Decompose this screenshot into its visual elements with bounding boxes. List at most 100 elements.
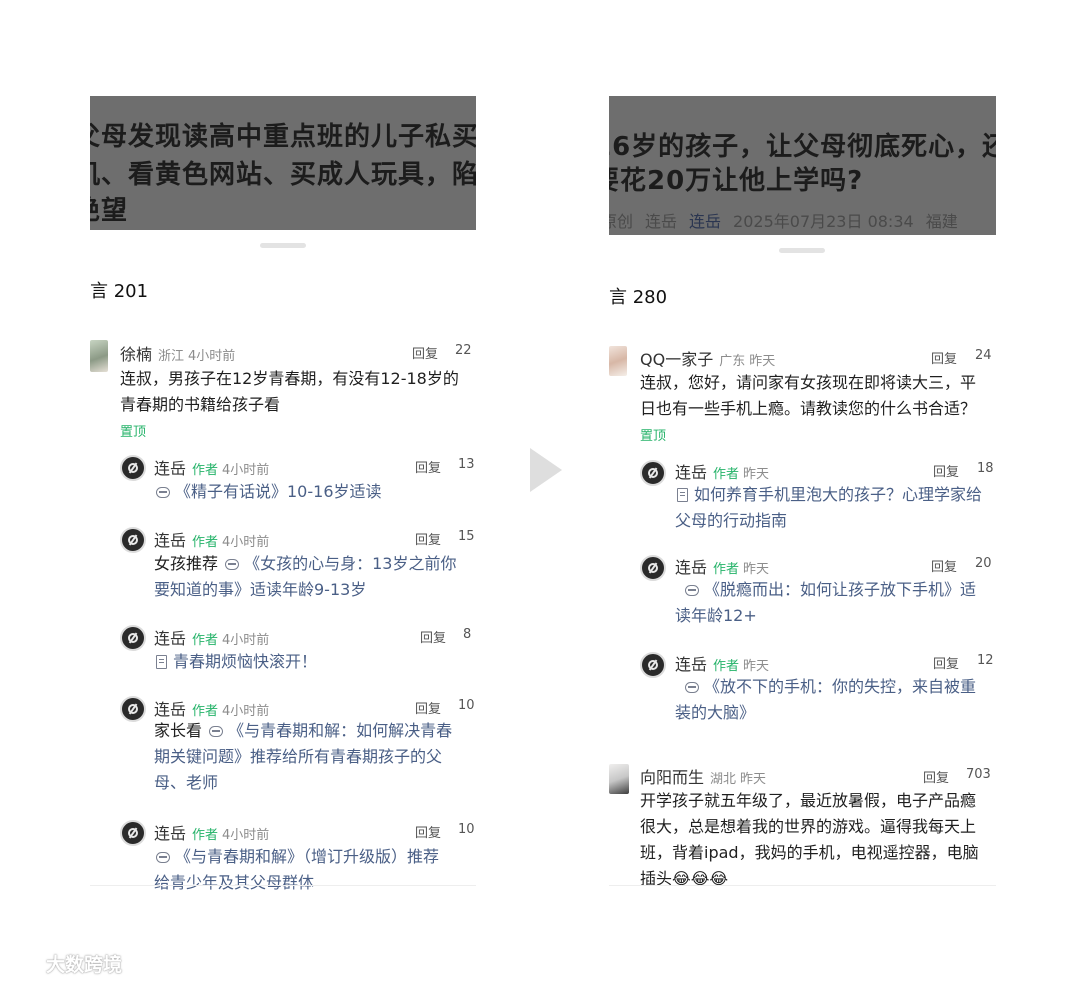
book-icon	[685, 585, 699, 596]
reply-button[interactable]: 回复	[415, 457, 441, 476]
like-count[interactable]: 12	[977, 653, 994, 668]
book-link[interactable]: 要知道的事》适读年龄9-13岁	[154, 580, 366, 599]
like-count[interactable]: 15	[458, 529, 475, 544]
document-icon	[156, 655, 167, 669]
divider	[90, 885, 476, 886]
reply-text: 《放不下的手机：你的失控，来自被重 装的大脑》	[675, 674, 996, 726]
reply-button[interactable]: 回复	[923, 767, 949, 786]
author-avatar[interactable]	[640, 652, 666, 678]
meta-account[interactable]: 连岳	[689, 212, 721, 231]
reply-button[interactable]: 回复	[933, 653, 959, 672]
book-link[interactable]: 读年龄12+	[675, 606, 757, 625]
like-count[interactable]: 13	[458, 457, 475, 472]
author-location: 广东	[719, 354, 746, 369]
book-icon	[685, 682, 699, 693]
comment-author[interactable]: 徐楠 浙江 4小时前	[120, 341, 235, 365]
book-link[interactable]: 《与青春期和解》（增订升级版）推荐	[175, 847, 439, 866]
comment-text-line: 日也有一些手机上瘾。请教读您的什么书合适？	[640, 399, 977, 418]
book-link[interactable]: 《放不下的手机：你的失控，来自被重	[704, 677, 976, 696]
like-count[interactable]: 703	[966, 767, 991, 782]
article-title-overlay: 16岁的孩子，让父母彻底死心，还 要花20万让他上学吗? 原创 连岳 连岳 2025年…	[609, 96, 996, 235]
reply-author[interactable]: 连岳 作者 4小时前	[154, 625, 269, 649]
book-icon	[156, 487, 170, 498]
reply-author[interactable]: 连岳 作者 4小时前	[154, 455, 269, 479]
book-link[interactable]: 期关键问题》推荐给所有青春期孩子的父	[154, 747, 442, 766]
reply-text: 《脱瘾而出：如何让孩子放下手机》适 读年龄12+	[675, 577, 996, 629]
avatar[interactable]	[609, 346, 627, 376]
meta-date: 2025年07月23日 08:34	[733, 212, 914, 231]
comment-count: 言 280	[609, 287, 668, 308]
article-title-line-1: 16岁的孩子，让父母彻底死心，还	[609, 132, 996, 162]
like-count[interactable]: 18	[977, 461, 994, 476]
watermark: 大数跨境	[10, 950, 122, 977]
reply-button[interactable]: 回复	[933, 461, 959, 480]
like-count[interactable]: 10	[458, 822, 475, 837]
book-link[interactable]: 《女孩的心与身：13岁之前你	[244, 554, 456, 573]
comment-count: 言 201	[90, 281, 149, 302]
reply-button[interactable]: 回复	[931, 348, 957, 367]
reply-item: 连岳 作者 4小时前 回复 8 青春期烦恼快滚开！	[90, 621, 476, 681]
book-link[interactable]: 《脱瘾而出：如何让孩子放下手机》适	[704, 580, 976, 599]
author-name: QQ一家子	[640, 350, 714, 369]
comment-text-line: 插头😂😂😂	[640, 869, 729, 888]
author-avatar[interactable]	[640, 460, 666, 486]
reply-time: 4小时前	[222, 463, 270, 478]
like-count[interactable]: 24	[975, 348, 992, 363]
reply-text: 《与青春期和解》（增订升级版）推荐 给青少年及其父母群体	[154, 844, 476, 890]
author-avatar[interactable]	[120, 820, 146, 846]
sheet-drag-handle[interactable]	[260, 243, 306, 248]
reply-author[interactable]: 连岳 作者 昨天	[675, 554, 769, 578]
author-name: 连岳	[154, 531, 187, 550]
reply-button[interactable]: 回复	[415, 698, 441, 717]
author-tag: 作者	[192, 633, 219, 648]
comment-text-line: 班，背着ipad，我妈的手机，电视遥控器，电脑	[640, 843, 979, 862]
meta-original: 原创	[609, 212, 634, 231]
comment-time: 昨天	[740, 772, 767, 787]
reply-item: 连岳 作者 昨天 回复 18 如何养育手机里泡大的孩子？心理学家给 父母的行动指南	[609, 456, 996, 536]
avatar[interactable]	[90, 340, 108, 372]
reply-button[interactable]: 回复	[931, 556, 957, 575]
reply-button[interactable]: 回复	[412, 343, 438, 362]
author-name: 连岳	[675, 655, 708, 674]
reply-button[interactable]: 回复	[420, 627, 446, 646]
comment-author[interactable]: 向阳而生 湖北 昨天	[640, 764, 766, 788]
author-avatar[interactable]	[120, 527, 146, 553]
book-link[interactable]: 《与青春期和解：如何解决青春	[228, 721, 452, 740]
author-avatar[interactable]	[640, 555, 666, 581]
play-arrow-icon	[530, 448, 562, 492]
comment-text: 开学孩子就五年级了，最近放暑假，电子产品瘾 很大，总是想着我的世界的游戏。逼得我…	[640, 788, 996, 890]
comment-author[interactable]: QQ一家子 广东 昨天	[640, 346, 775, 370]
article-meta: 原创 连岳 连岳 2025年07月23日 08:34 福建	[609, 208, 970, 232]
meta-author[interactable]: 连岳	[645, 212, 677, 231]
comment-text: 连叔，男孩子在12岁青春期，有没有12-18岁的 青春期的书籍给孩子看	[120, 366, 476, 418]
article-link[interactable]: 如何养育手机里泡大的孩子？心理学家给	[694, 485, 982, 504]
author-avatar[interactable]	[120, 696, 146, 722]
author-tag: 作者	[192, 463, 219, 478]
like-count[interactable]: 10	[458, 698, 475, 713]
reply-author[interactable]: 连岳 作者 昨天	[675, 459, 769, 483]
reply-author[interactable]: 连岳 作者 4小时前	[154, 527, 269, 551]
like-count[interactable]: 8	[463, 627, 471, 642]
article-title-overlay: 父母发现读高中重点班的儿子私买手 机、看黄色网站、买成人玩具，陷入 绝望	[90, 96, 476, 230]
avatar[interactable]	[609, 764, 629, 794]
reply-button[interactable]: 回复	[415, 822, 441, 841]
book-icon	[225, 559, 240, 570]
article-link[interactable]: 父母的行动指南	[675, 511, 787, 530]
book-link[interactable]: 给青少年及其父母群体	[154, 873, 314, 890]
reply-button[interactable]: 回复	[415, 529, 441, 548]
comment-text-line: 连叔，男孩子在12岁青春期，有没有12-18岁的	[120, 369, 459, 388]
author-avatar[interactable]	[120, 625, 146, 651]
reply-author[interactable]: 连岳 作者 4小时前	[154, 696, 269, 720]
sheet-drag-handle[interactable]	[779, 248, 825, 253]
reply-text: 女孩推荐 《女孩的心与身：13岁之前你 要知道的事》适读年龄9-13岁	[154, 551, 476, 603]
article-link[interactable]: 青春期烦恼快滚开！	[173, 652, 317, 671]
reply-item: 连岳 作者 昨天 回复 20 《脱瘾而出：如何让孩子放下手机》适 读年龄12+	[609, 551, 996, 631]
reply-author[interactable]: 连岳 作者 昨天	[675, 651, 769, 675]
author-avatar[interactable]	[120, 455, 146, 481]
like-count[interactable]: 20	[975, 556, 992, 571]
book-link[interactable]: 装的大脑》	[675, 703, 755, 722]
reply-author[interactable]: 连岳 作者 4小时前	[154, 820, 269, 844]
book-link[interactable]: 母、老师	[154, 773, 218, 792]
like-count[interactable]: 22	[455, 343, 472, 358]
book-link[interactable]: 《精子有话说》10-16岁适读	[175, 482, 382, 501]
